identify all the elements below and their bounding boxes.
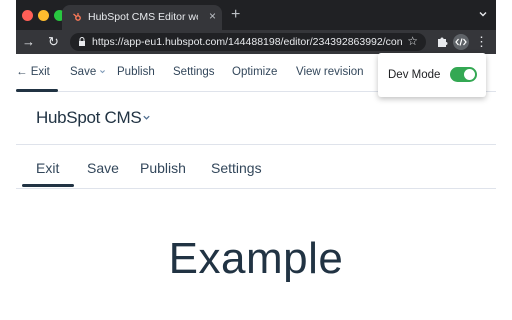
exit-link[interactable]: Exit (36, 160, 59, 176)
forward-button[interactable]: → (22, 34, 35, 49)
hubspot-cms-logo: HubSpot CMS (36, 108, 142, 127)
settings-link-top[interactable]: Settings (173, 66, 215, 78)
lock-icon (79, 37, 85, 46)
save-menu-top[interactable]: Save (70, 66, 106, 78)
publish-link[interactable]: Publish (140, 160, 186, 176)
tab-strip: HubSpot CMS Editor weppb × + (16, 0, 496, 30)
minimize-window-button[interactable] (38, 10, 49, 21)
exit-link-top[interactable]: ← Exit (16, 66, 50, 78)
chevron-down-icon[interactable] (142, 113, 151, 122)
puzzle-icon[interactable] (434, 34, 450, 50)
chevron-down-icon[interactable] (478, 9, 488, 19)
page-heading: Example (168, 234, 344, 283)
brand-row: HubSpot CMS (16, 93, 496, 145)
close-window-button[interactable] (22, 10, 33, 21)
new-tab-button[interactable]: + (231, 6, 240, 24)
address-bar[interactable]: https://app-eu1.hubspot.com/144488198/ed… (70, 33, 426, 51)
browser-menu-icon[interactable]: ⋮ (475, 33, 488, 51)
chevron-down-icon (100, 70, 106, 74)
save-label: Save (70, 66, 97, 78)
hubspot-favicon-icon (73, 13, 81, 21)
back-arrow-icon: ← (16, 66, 31, 78)
view-revisions-link-top[interactable]: View revision (296, 66, 364, 78)
active-tab-underline (22, 184, 74, 187)
editor-secondary-nav: Exit Save Publish Settings (16, 146, 496, 189)
dev-mode-toggle[interactable] (450, 67, 477, 82)
browser-window: HubSpot CMS Editor weppb × + → ↻ https:/… (16, 0, 496, 320)
dev-mode-label: Dev Mode (388, 69, 441, 81)
browser-tab[interactable]: HubSpot CMS Editor weppb × (62, 5, 222, 30)
reload-button[interactable]: ↻ (48, 34, 59, 50)
tab-title: HubSpot CMS Editor weppb (88, 11, 198, 23)
settings-link[interactable]: Settings (211, 160, 262, 176)
toggle-knob (464, 69, 475, 80)
code-icon (455, 38, 467, 46)
publish-link-top[interactable]: Publish (117, 66, 155, 78)
close-tab-icon[interactable]: × (209, 9, 216, 23)
optimize-link-top[interactable]: Optimize (232, 66, 277, 78)
dev-mode-popup: Dev Mode (378, 53, 486, 97)
exit-label: Exit (30, 66, 50, 78)
dev-mode-extension-button[interactable] (453, 34, 469, 50)
browser-toolbar: → ↻ https://app-eu1.hubspot.com/14448819… (16, 30, 496, 54)
active-tab-underline (16, 89, 58, 92)
save-link[interactable]: Save (87, 160, 119, 176)
bookmark-star-icon[interactable]: ☆ (407, 34, 418, 48)
url-text: https://app-eu1.hubspot.com/144488198/ed… (92, 36, 402, 48)
